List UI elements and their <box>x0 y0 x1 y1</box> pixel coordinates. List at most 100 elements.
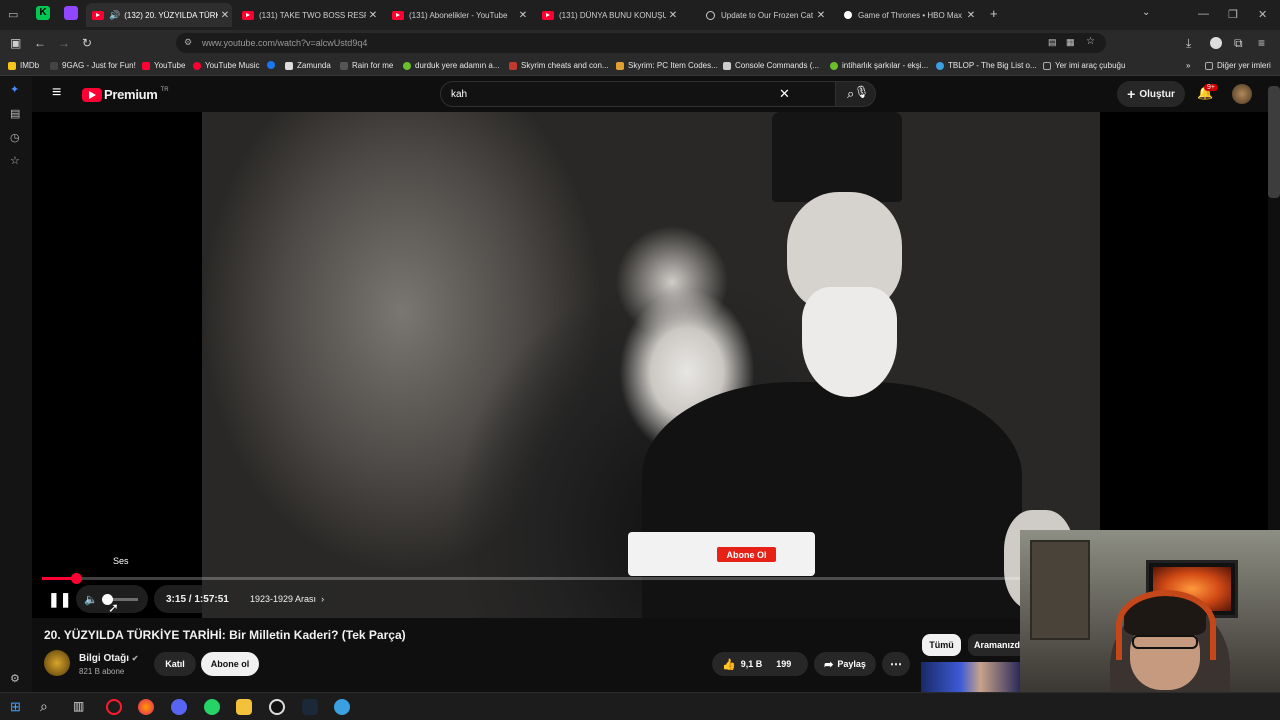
join-button[interactable]: Katıl <box>154 652 196 676</box>
other-bookmarks[interactable]: Diğer yer imleri <box>1205 61 1271 70</box>
firefox-icon[interactable] <box>138 699 154 715</box>
back-icon[interactable]: ← <box>34 36 46 50</box>
youtube-logo[interactable]: Premium TR <box>82 87 169 102</box>
bookmarks-bar: IMDb 9GAG - Just for Fun! YouTube YouTub… <box>0 56 1280 76</box>
new-tab-icon[interactable]: + <box>990 6 998 21</box>
settings-icon[interactable]: ⚙ <box>10 672 20 685</box>
kick-tab-icon[interactable]: K <box>36 6 50 20</box>
clear-search-icon[interactable]: ✕ <box>779 86 790 102</box>
close-window-icon[interactable]: ✕ <box>1258 8 1267 21</box>
tab-active[interactable]: 🔊 (132) 20. YÜZYILDA TÜRKİYE TARİHİ ✕ <box>86 3 232 27</box>
download-icon[interactable]: ⤓ <box>1186 36 1191 51</box>
obs-icon[interactable] <box>269 699 285 715</box>
bookmark-eksi-2[interactable]: intiharlık şarkılar - ekşi... <box>830 61 928 70</box>
avatar[interactable] <box>1232 84 1252 104</box>
tab-strip: ▭ K 🔊 (132) 20. YÜZYILDA TÜRKİYE TARİHİ … <box>0 0 1280 30</box>
like-count[interactable]: 9,1 B <box>741 659 763 669</box>
file-explorer-icon[interactable] <box>236 699 252 715</box>
bookmark-imdb[interactable]: IMDb <box>8 61 39 70</box>
bookmark-eksi-1[interactable]: durduk yere adamın a... <box>403 61 500 70</box>
reader-icon[interactable]: ▦ <box>1066 37 1075 48</box>
subscribe-button[interactable]: Abone ol <box>201 652 259 676</box>
like-dislike-group: 👍 9,1 B 199 <box>712 652 808 676</box>
opera-icon[interactable] <box>106 699 122 715</box>
hamburger-icon[interactable]: ≡ <box>52 84 61 102</box>
favorites-icon[interactable]: ☆ <box>10 154 20 167</box>
bookmark-youtube[interactable]: YouTube <box>142 61 185 70</box>
channel-name[interactable]: Bilgi Otağı ✔ <box>79 653 138 664</box>
app-icon[interactable] <box>334 699 350 715</box>
popup-subscribe-button[interactable]: Abone Ol <box>717 547 776 562</box>
search-box[interactable]: kah ✕ <box>440 81 836 107</box>
bookmark-skyrim-codes[interactable]: Skyrim: PC Item Codes... <box>616 61 718 70</box>
bookmark-star-icon[interactable]: ☆ <box>1086 36 1095 47</box>
chip-all[interactable]: Tümü <box>922 634 961 656</box>
recommended-thumbnail[interactable] <box>921 662 1020 692</box>
forward-icon[interactable]: → <box>58 36 70 50</box>
address-bar[interactable]: ⚙ www.youtube.com/watch?v=alcwUstd9q4 ▤ … <box>176 33 1106 53</box>
tab-menu-icon[interactable]: ▭ <box>8 8 18 21</box>
tab-close-icon[interactable]: ✕ <box>814 10 828 21</box>
site-icon <box>936 61 944 70</box>
task-view-icon[interactable]: ▥ <box>73 699 84 713</box>
bookmark-skyrim-cheats[interactable]: Skyrim cheats and con... <box>509 61 609 70</box>
steam-icon[interactable] <box>302 699 318 715</box>
screenshot-icon[interactable]: ▤ <box>1048 37 1057 48</box>
tab[interactable]: (131) TAKE TWO BOSS RESPONDS ✕ <box>238 3 380 27</box>
minimize-icon[interactable]: — <box>1198 8 1209 20</box>
youtube-icon <box>92 10 104 20</box>
tab-close-icon[interactable]: ✕ <box>666 10 680 21</box>
menu-icon[interactable]: ≡ <box>1258 36 1265 50</box>
whatsapp-icon[interactable] <box>204 699 220 715</box>
scrollbar[interactable] <box>1268 86 1280 198</box>
windows-start-icon[interactable]: ⊞ <box>10 699 21 715</box>
reload-icon[interactable]: ↻ <box>82 36 92 50</box>
create-button[interactable]: + Oluştur <box>1117 81 1185 107</box>
tab-search-icon[interactable]: ⌄ <box>1142 7 1150 18</box>
tab-close-icon[interactable]: ✕ <box>218 10 232 21</box>
tab[interactable]: (131) DÜNYA BUNU KONUŞUYOR ✕ <box>538 3 680 27</box>
wallet-icon[interactable]: ▤ <box>10 107 20 120</box>
tab-close-icon[interactable]: ✕ <box>964 10 978 21</box>
channel-avatar[interactable] <box>44 650 70 676</box>
tab[interactable]: Update to Our Frozen Cat Wa ✕ <box>702 3 828 27</box>
bookmark-rain[interactable]: Rain for me <box>340 61 393 70</box>
eksi-icon <box>403 61 411 70</box>
chip-search[interactable]: Aramanızd <box>968 634 1020 656</box>
bookmark-tblop[interactable]: TBLOP - The Big List o... <box>936 61 1037 70</box>
bookmark-console[interactable]: Console Commands (... <box>723 61 819 70</box>
progress-scrubber[interactable] <box>71 573 83 584</box>
extensions-icon[interactable]: ⧉ <box>1234 36 1243 51</box>
bookmark-zamunda[interactable]: Zamunda <box>285 61 331 70</box>
site-info-icon[interactable]: ⚙ <box>184 37 192 48</box>
more-actions-icon[interactable]: ⋯ <box>882 652 910 676</box>
bookmark-toolbar-folder[interactable]: Yer imi araç çubuğu <box>1043 61 1125 70</box>
like-icon[interactable]: 👍 <box>722 658 736 671</box>
share-button[interactable]: ➦ Paylaş <box>814 652 876 676</box>
aria-icon[interactable]: ✦ <box>10 83 19 96</box>
tab-label: Update to Our Frozen Cat Wa <box>721 10 814 20</box>
voice-search-icon[interactable]: 🎙 <box>854 85 869 99</box>
time-total: 1:57:51 <box>194 593 229 605</box>
tab-close-icon[interactable]: ✕ <box>516 10 530 21</box>
profile-icon[interactable] <box>1210 37 1222 49</box>
taskbar-search-icon[interactable]: ⌕ <box>40 698 48 715</box>
bookmarks-overflow-icon[interactable]: » <box>1186 61 1190 70</box>
tab[interactable]: Game of Thrones • HBO Max ✕ <box>840 3 978 27</box>
comment-count[interactable]: 199 <box>776 659 791 669</box>
history-icon[interactable]: ◷ <box>10 131 20 144</box>
discord-icon[interactable] <box>171 699 187 715</box>
search-input[interactable]: kah <box>451 89 467 100</box>
restore-icon[interactable]: ❐ <box>1228 8 1238 21</box>
bookmark-9gag[interactable]: 9GAG - Just for Fun! <box>50 61 136 70</box>
tab[interactable]: (131) Abonelikler - YouTube ✕ <box>388 3 530 27</box>
bookmark-youtube-music[interactable]: YouTube Music <box>193 61 260 70</box>
sidebar-toggle-icon[interactable]: ▣ <box>10 36 21 50</box>
chapter-button[interactable]: 1923-1929 Arası › <box>240 585 336 613</box>
twitch-tab-icon[interactable] <box>64 6 78 20</box>
pause-button[interactable]: ❚❚ <box>48 591 71 608</box>
volume-icon[interactable]: 🔈 <box>84 593 98 606</box>
tab-close-icon[interactable]: ✕ <box>366 10 380 21</box>
site-icon <box>616 61 624 70</box>
bookmark-facebook[interactable] <box>267 61 279 69</box>
